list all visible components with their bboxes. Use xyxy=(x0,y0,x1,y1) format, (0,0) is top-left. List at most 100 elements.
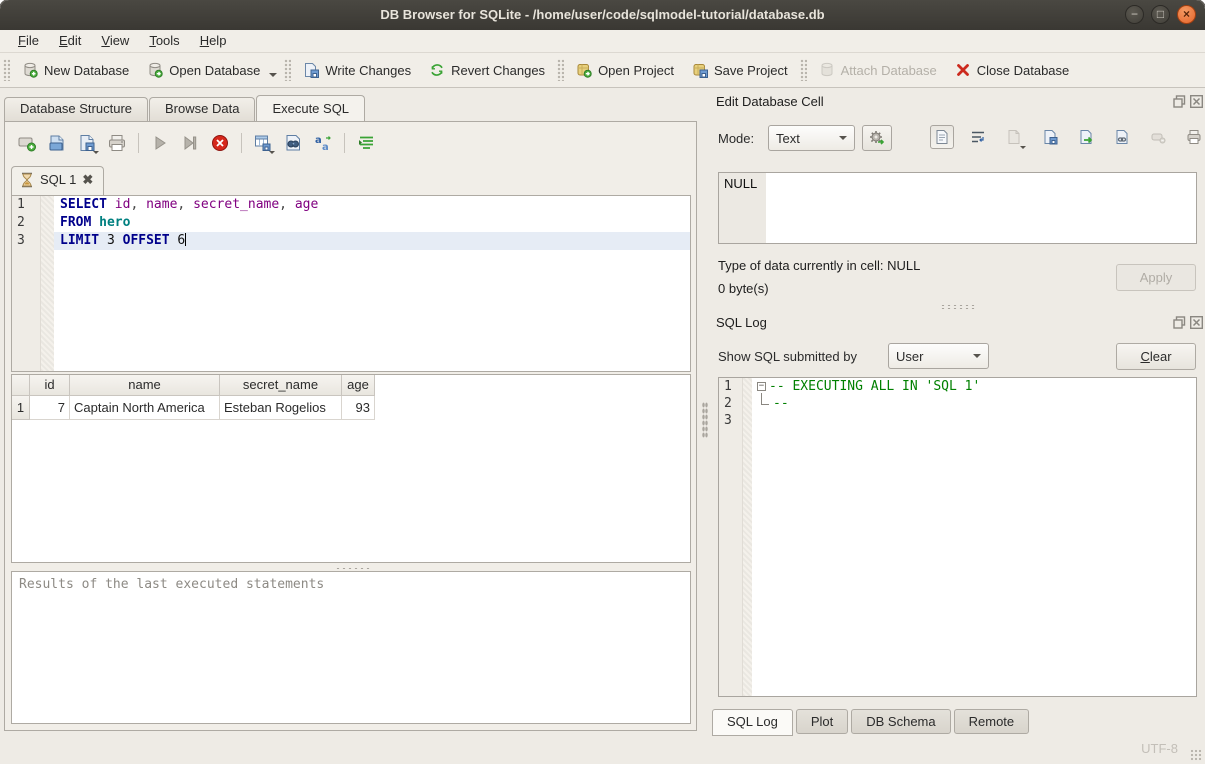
save-project-button[interactable]: Save Project xyxy=(683,57,797,83)
print-icon[interactable] xyxy=(105,132,129,154)
menu-view[interactable]: View xyxy=(91,31,139,51)
resize-grip[interactable] xyxy=(1190,749,1202,761)
float-panel-icon[interactable] xyxy=(1173,95,1186,108)
export-icon[interactable] xyxy=(1074,125,1098,149)
collapse-icon[interactable]: − xyxy=(757,382,766,391)
close-panel-icon[interactable] xyxy=(1190,95,1203,108)
tab-db-schema[interactable]: DB Schema xyxy=(851,709,950,734)
find-icon[interactable] xyxy=(281,132,305,154)
print-cell-icon[interactable] xyxy=(1182,125,1205,149)
set-null-icon xyxy=(1146,125,1170,149)
toolbar-grip[interactable] xyxy=(284,59,291,81)
save-sql-dropdown[interactable] xyxy=(93,151,99,154)
code-line[interactable]: FROM hero xyxy=(54,214,690,232)
maximize-icon[interactable]: □ xyxy=(1151,5,1170,24)
tab-database-structure[interactable]: Database Structure xyxy=(4,97,148,121)
execute-line-icon[interactable] xyxy=(178,132,202,154)
menu-bar: File Edit View Tools Help xyxy=(0,30,1205,53)
sql-tab[interactable]: SQL 1 ✖ xyxy=(11,166,104,195)
log-filter-select[interactable]: User xyxy=(888,343,989,369)
results-table[interactable]: id name secret_name age 1 7 Captain Nort… xyxy=(11,374,691,563)
tab-plot[interactable]: Plot xyxy=(796,709,848,734)
toolbar-grip[interactable] xyxy=(3,59,10,81)
replace-icon[interactable]: aa xyxy=(311,132,335,154)
tab-sql-log[interactable]: SQL Log xyxy=(712,709,793,736)
log-filter-label: Show SQL submitted by xyxy=(718,349,857,364)
toolbar-grip[interactable] xyxy=(557,59,564,81)
main-tab-bar: Database Structure Browse Data Execute S… xyxy=(4,97,366,121)
open-database-dropdown[interactable] xyxy=(269,73,277,77)
splitter-handle[interactable] xyxy=(940,304,976,310)
edit-cell-panel-buttons xyxy=(1173,95,1203,108)
revert-changes-button[interactable]: Revert Changes xyxy=(420,57,554,83)
cell-id[interactable]: 7 xyxy=(30,396,70,420)
close-database-button[interactable]: Close Database xyxy=(946,57,1079,83)
results-message-box[interactable]: Results of the last executed statements xyxy=(11,571,691,724)
encoding-indicator[interactable]: UTF-8 xyxy=(1141,741,1178,756)
close-panel-icon[interactable] xyxy=(1190,316,1203,329)
column-header-age[interactable]: age xyxy=(342,375,375,396)
cell-secret-name[interactable]: Esteban Rogelios xyxy=(220,396,342,420)
sql-editor[interactable]: 123 SELECT id, name, secret_name, ageFRO… xyxy=(11,195,691,372)
export-results-dropdown[interactable] xyxy=(269,151,275,154)
text-mode-icon[interactable] xyxy=(930,125,954,149)
close-icon[interactable]: × xyxy=(1177,5,1196,24)
code-line[interactable]: LIMIT 3 OFFSET 6 xyxy=(54,232,690,250)
cell-age[interactable]: 93 xyxy=(342,396,375,420)
close-tab-icon[interactable]: ✖ xyxy=(82,172,93,188)
tab-execute-sql[interactable]: Execute SQL xyxy=(256,95,365,121)
mode-select[interactable]: Text xyxy=(768,125,855,151)
clear-log-button[interactable]: Clear xyxy=(1116,343,1196,370)
menu-tools[interactable]: Tools xyxy=(139,31,189,51)
window-title: DB Browser for SQLite - /home/user/code/… xyxy=(0,0,1205,30)
write-changes-button[interactable]: Write Changes xyxy=(294,57,420,83)
new-database-button[interactable]: New Database xyxy=(13,57,138,83)
open-database-icon xyxy=(147,62,163,78)
log-code-area[interactable]: −-- EXECUTING ALL IN 'SQL 1'-- xyxy=(752,378,1196,696)
format-icon[interactable] xyxy=(354,132,378,154)
code-line[interactable]: SELECT id, name, secret_name, age xyxy=(54,196,690,214)
import-icon[interactable] xyxy=(1038,125,1062,149)
save-project-label: Save Project xyxy=(714,63,788,78)
apply-button: Apply xyxy=(1116,264,1196,291)
toolbar-separator xyxy=(138,133,139,153)
word-wrap-icon[interactable] xyxy=(966,125,990,149)
revert-changes-label: Revert Changes xyxy=(451,63,545,78)
auto-mode-button[interactable] xyxy=(862,125,892,151)
sql-log-view[interactable]: 123 −-- EXECUTING ALL IN 'SQL 1'-- xyxy=(718,377,1197,697)
column-header-id[interactable]: id xyxy=(30,375,70,396)
row-header[interactable]: 1 xyxy=(12,396,30,420)
tab-browse-data[interactable]: Browse Data xyxy=(149,97,255,121)
vertical-splitter[interactable] xyxy=(702,402,708,438)
title-bar[interactable]: DB Browser for SQLite - /home/user/code/… xyxy=(0,0,1205,30)
table-row[interactable]: 1 7 Captain North America Esteban Rogeli… xyxy=(12,396,690,420)
corner-header[interactable] xyxy=(12,375,30,396)
sql-log-title: SQL Log xyxy=(716,315,767,330)
toolbar-grip[interactable] xyxy=(800,59,807,81)
cell-name[interactable]: Captain North America xyxy=(70,396,220,420)
save-sql-icon[interactable] xyxy=(75,132,99,154)
open-sql-icon[interactable] xyxy=(45,132,69,154)
execute-all-icon[interactable] xyxy=(148,132,172,154)
link-icon[interactable] xyxy=(1110,125,1134,149)
cell-editor[interactable]: NULL xyxy=(718,172,1197,244)
column-header-name[interactable]: name xyxy=(70,375,220,396)
editor-code-area[interactable]: SELECT id, name, secret_name, ageFROM he… xyxy=(54,196,690,371)
open-project-button[interactable]: Open Project xyxy=(567,57,683,83)
cell-type-info: Type of data currently in cell: NULL xyxy=(718,258,920,273)
tree-elbow xyxy=(761,393,769,405)
export-results-icon[interactable] xyxy=(251,132,275,154)
stop-icon[interactable] xyxy=(208,132,232,154)
new-tab-icon[interactable] xyxy=(15,132,39,154)
results-message: Results of the last executed statements xyxy=(19,577,324,592)
menu-edit[interactable]: Edit xyxy=(49,31,91,51)
menu-help[interactable]: Help xyxy=(190,31,237,51)
open-database-button[interactable]: Open Database xyxy=(138,57,269,83)
line-number: 2 xyxy=(719,395,742,412)
minimize-icon[interactable]: − xyxy=(1125,5,1144,24)
new-database-icon xyxy=(22,62,38,78)
column-header-secret-name[interactable]: secret_name xyxy=(220,375,342,396)
float-panel-icon[interactable] xyxy=(1173,316,1186,329)
menu-file[interactable]: File xyxy=(8,31,49,51)
tab-remote[interactable]: Remote xyxy=(954,709,1030,734)
